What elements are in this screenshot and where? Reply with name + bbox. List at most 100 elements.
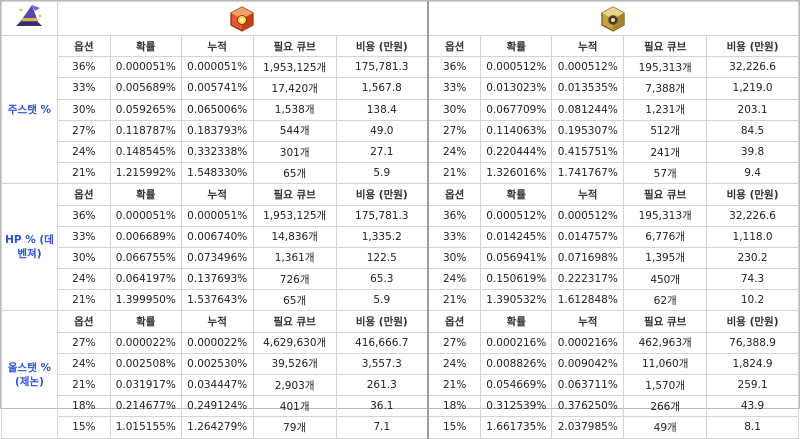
- right-col-cost-cell: 230.2: [706, 246, 799, 270]
- right-col-cubes-needed-cell: 57개: [623, 162, 708, 185]
- left-col-cumulative-cell: 0.002530%: [180, 352, 254, 376]
- right-col-cubes-needed-cell: 7,388개: [623, 77, 708, 100]
- col-cubes-needed-header: 필요 큐브: [252, 183, 337, 206]
- right-col-cost-cell: 259.1: [706, 373, 799, 397]
- col-cumulative-header: 누적: [551, 183, 625, 206]
- left-col-cubes-needed-cell: 2,903개: [252, 373, 337, 397]
- right-col-option-cell: 27%: [426, 119, 482, 142]
- left-col-option-cell: 27%: [56, 331, 111, 354]
- left-col-cost-cell: 5.9: [335, 289, 429, 312]
- right-col-option-cell: 21%: [426, 373, 482, 397]
- right-col-cost-cell: 84.5: [706, 119, 799, 142]
- right-col-probability-cell: 0.008826%: [480, 352, 553, 376]
- col-probability-header: 확률: [480, 310, 553, 333]
- red-cube-header: [56, 1, 429, 36]
- right-col-cubes-needed-cell: 6,776개: [623, 225, 708, 248]
- left-col-probability-cell: 0.064197%: [109, 268, 182, 291]
- left-col-probability-cell: 0.059265%: [109, 98, 182, 121]
- right-col-option-cell: 27%: [426, 331, 482, 354]
- right-col-cumulative-cell: 0.014757%: [551, 225, 625, 248]
- right-col-cost-cell: 32,226.6: [706, 204, 799, 227]
- col-cubes-needed-header: 필요 큐브: [623, 310, 708, 333]
- right-col-cumulative-cell: 0.009042%: [551, 352, 625, 376]
- right-col-cubes-needed-cell: 11,060개: [623, 352, 708, 376]
- right-col-cumulative-cell: 0.063711%: [551, 373, 625, 397]
- table-row: 24% 0.002508% 0.002530% 39,526개 3,557.3 24% 0.…: [2, 352, 799, 376]
- col-cost-header: 비용 (만원): [706, 34, 799, 58]
- left-col-cubes-needed-cell: 79개: [252, 416, 337, 439]
- left-col-probability-cell: 0.002508%: [109, 352, 182, 376]
- right-col-probability-cell: 0.054669%: [480, 373, 553, 397]
- col-cumulative-header: 누적: [180, 310, 254, 333]
- right-col-cumulative-cell: 0.081244%: [551, 98, 625, 121]
- right-col-cubes-needed-cell: 49개: [623, 416, 708, 439]
- col-probability-header: 확률: [480, 183, 553, 206]
- left-col-cost-cell: 5.9: [335, 162, 429, 185]
- right-col-cumulative-cell: 0.000512%: [551, 56, 625, 79]
- col-option-header: 옵션: [56, 183, 111, 206]
- right-col-probability-cell: 0.013023%: [480, 77, 553, 100]
- left-col-cumulative-cell: 1.548330%: [180, 162, 254, 185]
- right-col-cubes-needed-cell: 195,313개: [623, 56, 708, 79]
- right-col-cumulative-cell: 0.000512%: [551, 204, 625, 227]
- cube-header-row: [1, 1, 799, 36]
- left-col-cumulative-cell: 0.183793%: [180, 119, 254, 142]
- left-col-cumulative-cell: 0.000022%: [180, 331, 254, 354]
- col-option-header: 옵션: [426, 34, 482, 58]
- left-col-option-cell: 15%: [56, 416, 111, 439]
- right-col-probability-cell: 0.000512%: [480, 56, 553, 79]
- left-col-probability-cell: 0.214677%: [109, 395, 182, 418]
- right-col-probability-cell: 0.056941%: [480, 246, 553, 270]
- left-col-probability-cell: 0.066755%: [109, 246, 182, 270]
- right-col-cumulative-cell: 0.222317%: [551, 268, 625, 291]
- right-col-option-cell: 18%: [426, 395, 482, 418]
- right-col-option-cell: 30%: [426, 246, 482, 270]
- col-option-header: 옵션: [56, 310, 111, 333]
- left-col-cubes-needed-cell: 1,538개: [252, 98, 337, 121]
- left-col-cost-cell: 122.5: [335, 246, 429, 270]
- right-col-probability-cell: 1.661735%: [480, 416, 553, 439]
- left-col-option-cell: 21%: [56, 373, 111, 397]
- table-row: 33% 0.005689% 0.005741% 17,420개 1,567.8 33% 0.…: [2, 77, 799, 100]
- left-col-cubes-needed-cell: 726개: [252, 268, 337, 291]
- table-row: 15% 1.015155% 1.264279% 79개 7.1 15% 1.661735% 2…: [2, 416, 799, 439]
- col-cubes-needed-header: 필요 큐브: [252, 34, 337, 58]
- col-cumulative-header: 누적: [180, 34, 254, 58]
- right-col-option-cell: 36%: [426, 204, 482, 227]
- left-col-cumulative-cell: 0.137693%: [180, 268, 254, 291]
- left-col-cost-cell: 49.0: [335, 119, 429, 142]
- table-row: 21% 1.215992% 1.548330% 65개 5.9 21% 1.326016% 1…: [2, 162, 799, 185]
- left-col-probability-cell: 1.015155%: [109, 416, 182, 439]
- right-col-cost-cell: 1,118.0: [706, 225, 799, 248]
- left-col-probability-cell: 0.031917%: [109, 373, 182, 397]
- left-col-cubes-needed-cell: 65개: [252, 289, 337, 312]
- table-row: 27% 0.000022% 0.000022% 4,629,630개 416,666.7…: [2, 331, 799, 354]
- gold-cube-icon: [601, 5, 626, 32]
- right-col-probability-cell: 0.000216%: [480, 331, 553, 354]
- right-col-option-cell: 33%: [426, 77, 482, 100]
- left-col-cubes-needed-cell: 4,629,630개: [252, 331, 337, 354]
- left-col-option-cell: 24%: [56, 268, 111, 291]
- left-col-cumulative-cell: 0.073496%: [180, 246, 254, 270]
- left-col-cumulative-cell: 0.000051%: [180, 204, 254, 227]
- right-col-cumulative-cell: 0.071698%: [551, 246, 625, 270]
- left-col-cumulative-cell: 0.332338%: [180, 140, 254, 164]
- left-col-probability-cell: 0.005689%: [109, 77, 182, 100]
- col-cumulative-header: 누적: [180, 183, 254, 206]
- left-col-cost-cell: 138.4: [335, 98, 429, 121]
- left-col-cumulative-cell: 0.249124%: [180, 395, 254, 418]
- right-col-option-cell: 36%: [426, 56, 482, 79]
- left-col-cost-cell: 1,335.2: [335, 225, 429, 248]
- right-col-option-cell: 21%: [426, 289, 482, 312]
- right-col-probability-cell: 0.000512%: [480, 204, 553, 227]
- right-col-cost-cell: 76,388.9: [706, 331, 799, 354]
- col-probability-header: 확률: [109, 34, 182, 58]
- table-row: 36% 0.000051% 0.000051% 1,953,125개 175,781.3…: [2, 204, 799, 227]
- right-col-cubes-needed-cell: 1,570개: [623, 373, 708, 397]
- table-row: 21% 0.031917% 0.034447% 2,903개 261.3 21% 0.054…: [2, 373, 799, 397]
- probability-table: 주스탯 % 옵션 확률 누적 필요 큐브 비용 (만원) 옵션 확률 누적 필요 큐브 비용 (만원…: [1, 1, 799, 439]
- right-col-cumulative-cell: 0.415751%: [551, 140, 625, 164]
- left-col-cubes-needed-cell: 1,953,125개: [252, 204, 337, 227]
- right-col-cost-cell: 1,824.9: [706, 352, 799, 376]
- left-col-cubes-needed-cell: 65개: [252, 162, 337, 185]
